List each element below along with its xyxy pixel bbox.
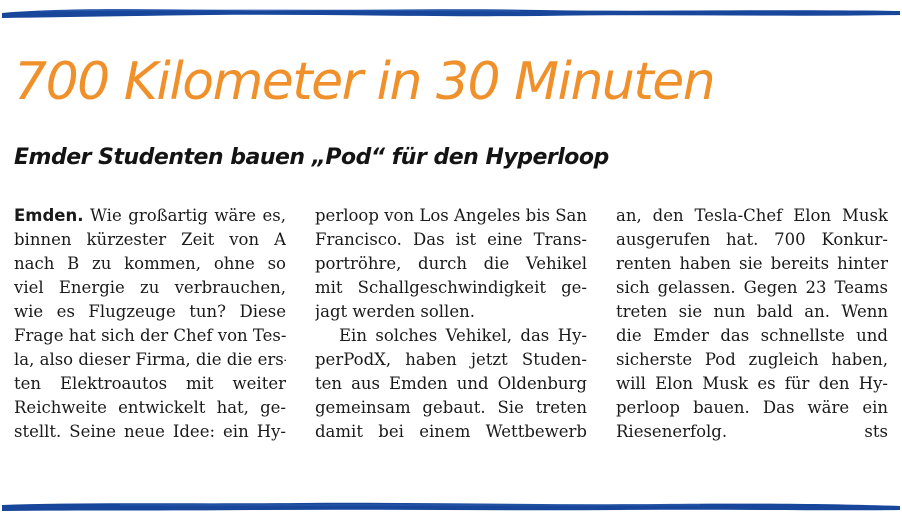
text-line: binnen kürzester Zeit von A [14, 230, 286, 249]
text-line: renten haben sie bereits hinter [616, 254, 888, 273]
text-line: an, den Tesla-Chef Elon Musk [616, 206, 888, 225]
text-line: damit bei einem Wettbewerb [315, 422, 587, 441]
text-line: portröhre, durch die Vehikel [315, 254, 587, 273]
text-line: sicherste Pod zugleich haben, [616, 350, 888, 369]
article-column-1: Emden. Wie großartig wäre es, binnen kür… [14, 204, 286, 444]
text-line: jagt werden sollen. [315, 302, 475, 321]
text-line: die Emder das schnellste und [616, 326, 888, 345]
text-line: stellt. Seine neue Idee: ein Hy- [14, 422, 286, 441]
top-brush-stroke [2, 9, 900, 18]
text-line: perloop von Los Angeles bis San [315, 206, 587, 225]
text-line: Riesenerfolg. sts [616, 420, 888, 444]
text-line: Francisco. Das ist eine Trans- [315, 230, 587, 249]
text-line: wie es Flugzeuge tun? Diese [14, 302, 286, 321]
author-initials: sts [864, 422, 888, 441]
text-line: Frage hat sich der Chef von Tes- [14, 326, 286, 345]
text-line: ten Elektroautos mit weiter [14, 374, 286, 393]
article-column-3: an, den Tesla-Chef Elon Musk ausgerufen … [616, 204, 888, 444]
headline: 700 Kilometer in 30 Minuten [14, 52, 716, 112]
text-line: Reichweite entwickelt hat, ge- [14, 398, 286, 417]
text-line: ausgerufen hat. 700 Konkur- [616, 230, 888, 249]
text-line: la, also dieser Firma, die die ers- [14, 350, 286, 369]
text-line: will Elon Musk es für den Hy- [616, 374, 888, 393]
text-line: mit Schallgeschwindigkeit ge- [315, 278, 587, 297]
subheadline: Emder Studenten bauen „Pod“ für den Hype… [14, 145, 609, 170]
text-line: nach B zu kommen, ohne so [14, 254, 286, 273]
text-line: Ein solches Vehikel, das Hy- [339, 326, 587, 345]
text-line: gemeinsam gebaut. Sie treten [315, 398, 587, 417]
article-column-2: perloop von Los Angeles bis San Francisc… [315, 204, 587, 444]
text-line: Emden. Wie großartig wäre es, [14, 206, 286, 225]
text-line: viel Energie zu verbrauchen, [14, 278, 286, 297]
bottom-brush-stroke [2, 502, 900, 511]
text-line: sich gelassen. Gegen 23 Teams [616, 278, 888, 297]
text-line: treten sie nun bald an. Wenn [616, 302, 888, 321]
closing-text: Riesenerfolg. [616, 422, 728, 441]
text-line: perPodX, haben jetzt Studen- [315, 350, 587, 369]
text-line: ten aus Emden und Oldenburg [315, 374, 587, 393]
text-line: perloop bauen. Das wäre ein [616, 398, 888, 417]
dateline: Emden. [14, 206, 84, 225]
